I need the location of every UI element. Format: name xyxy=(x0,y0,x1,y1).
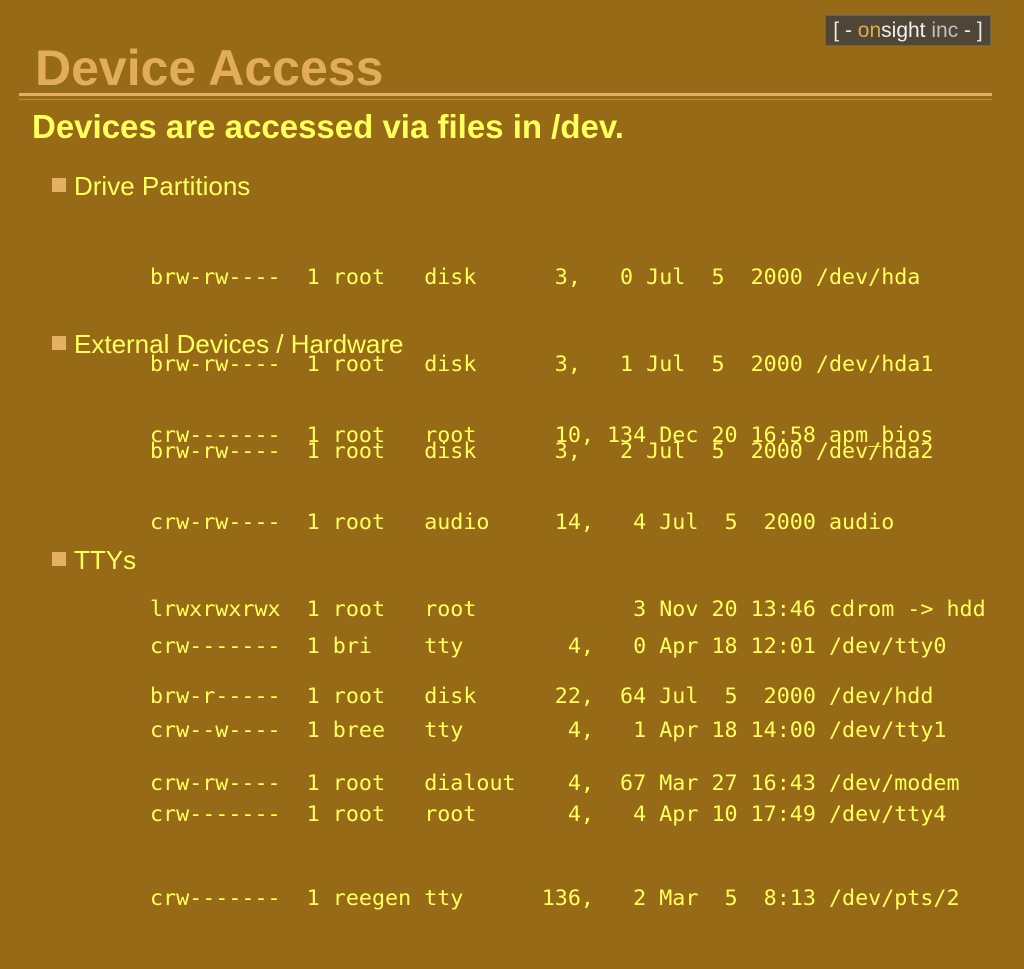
listing-line: crw-rw---- 1 root audio 14, 4 Jul 5 2000… xyxy=(150,510,895,535)
bullet-square-icon xyxy=(52,178,66,192)
logo-word-inc: inc xyxy=(925,19,959,42)
section-ttys: TTYs crw------- 1 bri tty 4, 0 Apr 18 12… xyxy=(52,544,960,969)
bullet-label: Drive Partitions xyxy=(74,171,251,201)
listing-line: crw------- 1 reegen tty 136, 2 Mar 5 8:1… xyxy=(150,886,960,911)
bullet-square-icon xyxy=(52,552,66,566)
bullet-item: Drive Partitions xyxy=(52,170,933,202)
logo-word-on: on xyxy=(857,19,882,42)
bullet-label: External Devices / Hardware xyxy=(74,329,404,359)
logo-open-bracket: [ - xyxy=(833,19,858,42)
listing-line: crw------- 1 bri tty 4, 0 Apr 18 12:01 /… xyxy=(150,634,947,659)
bullet-label: TTYs xyxy=(74,545,137,575)
title-divider-thin xyxy=(19,99,992,100)
bullet-item: External Devices / Hardware xyxy=(52,328,986,360)
listing-line: brw-rw---- 1 root disk 3, 0 Jul 5 2000 /… xyxy=(150,265,921,290)
file-listing: crw------- 1 bri tty 4, 0 Apr 18 12:01 /… xyxy=(150,577,960,969)
company-logo: [ - onsight inc - ] xyxy=(825,15,991,46)
slide-title: Device Access xyxy=(35,40,384,96)
listing-line: crw------- 1 root root 4, 4 Apr 10 17:49… xyxy=(150,802,947,827)
logo-close-bracket: - ] xyxy=(958,19,983,42)
slide-subtitle: Devices are accessed via files in /dev. xyxy=(32,108,624,145)
listing-line: crw------- 1 root root 10, 134 Dec 20 16… xyxy=(150,423,934,448)
bullet-square-icon xyxy=(52,336,66,350)
listing-line: crw--w---- 1 bree tty 4, 1 Apr 18 14:00 … xyxy=(150,718,947,743)
logo-word-sight: sight xyxy=(881,19,926,42)
title-divider xyxy=(19,93,992,96)
bullet-item: TTYs xyxy=(52,544,960,576)
